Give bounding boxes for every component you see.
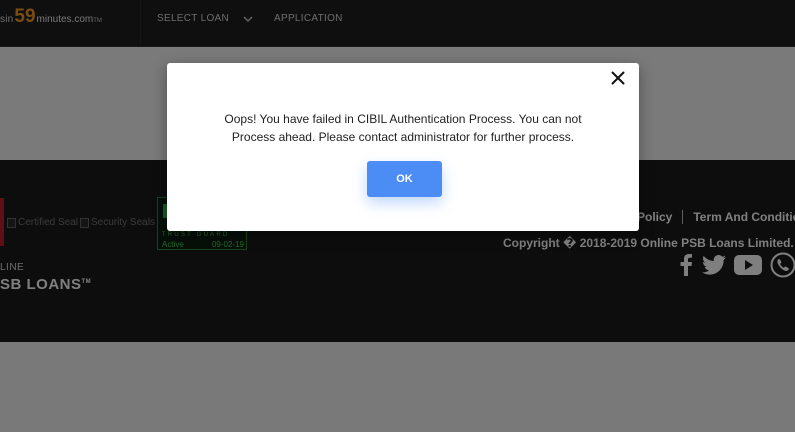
- error-message-line-2: Process ahead. Please contact administra…: [231, 130, 575, 144]
- ok-button[interactable]: OK: [367, 161, 442, 197]
- close-icon[interactable]: [611, 71, 625, 85]
- error-modal-dialog: Oops! You have failed in CIBIL Authentic…: [167, 63, 639, 231]
- error-message: Oops! You have failed in CIBIL Authentic…: [187, 110, 619, 146]
- error-message-line-1: Oops! You have failed in CIBIL Authentic…: [224, 112, 582, 126]
